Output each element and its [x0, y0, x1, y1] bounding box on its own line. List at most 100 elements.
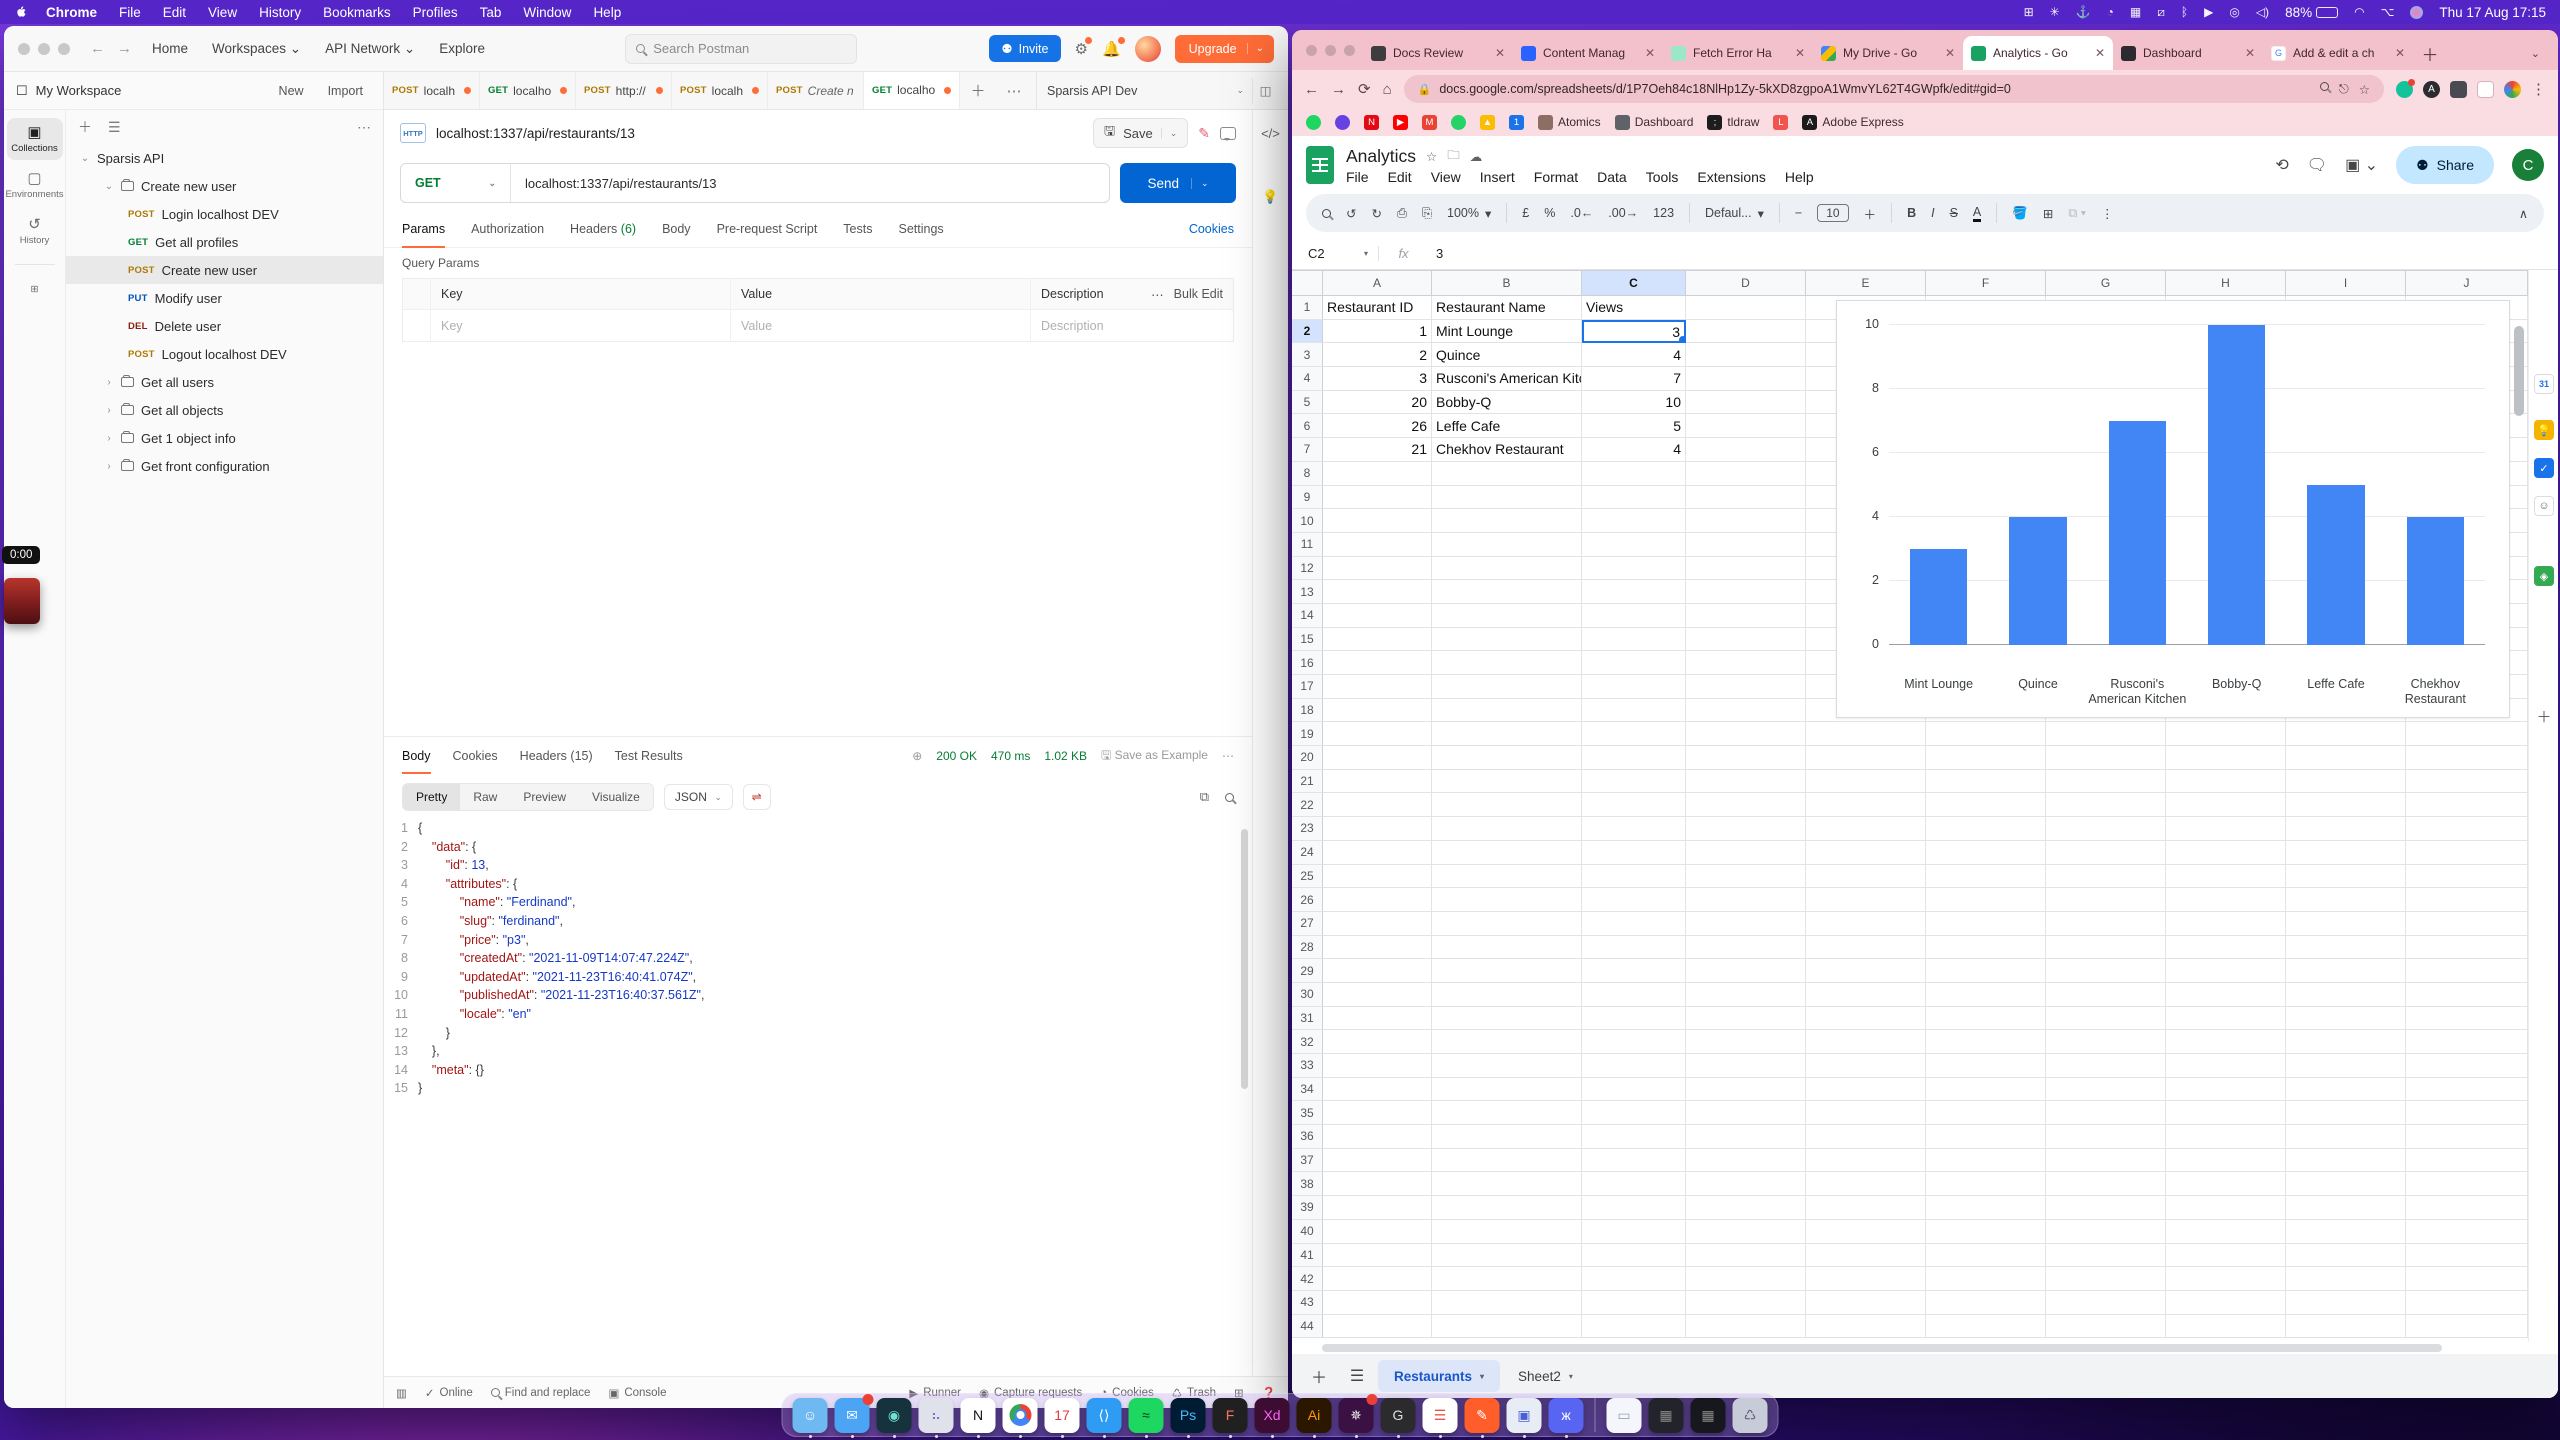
- send-button[interactable]: Send⌄: [1120, 163, 1236, 203]
- cell-G25[interactable]: [2046, 865, 2166, 889]
- dock-illustrator[interactable]: Ai: [1297, 1398, 1332, 1433]
- cell-H22[interactable]: [2166, 793, 2286, 817]
- params-more-icon[interactable]: ⋯: [1151, 287, 1164, 302]
- sheets-menu-tools[interactable]: Tools: [1646, 169, 1679, 185]
- chevron-right-icon[interactable]: ›: [104, 433, 114, 444]
- embedded-chart[interactable]: 0246810 Mint LoungeQuinceRusconi's Ameri…: [1836, 300, 2510, 718]
- cell-J20[interactable]: [2406, 746, 2528, 770]
- cell-C1[interactable]: Views: [1582, 296, 1686, 320]
- cell-B41[interactable]: [1432, 1244, 1582, 1268]
- dock-notion[interactable]: N: [961, 1398, 996, 1433]
- cell-D4[interactable]: [1686, 367, 1806, 391]
- spinner-menu-icon[interactable]: ✳: [2050, 5, 2060, 19]
- redo-icon[interactable]: ↻: [1371, 206, 1381, 221]
- cell-I41[interactable]: [2286, 1244, 2406, 1268]
- tree-item[interactable]: POSTLogout localhost DEV: [66, 340, 383, 368]
- cell-J29[interactable]: [2406, 959, 2528, 983]
- response-more-icon[interactable]: ⋯: [1222, 749, 1234, 763]
- cell-B3[interactable]: Quince: [1432, 343, 1582, 367]
- online-status[interactable]: ✓ Online: [425, 1386, 473, 1400]
- cell-B26[interactable]: [1432, 888, 1582, 912]
- row-header-30[interactable]: 30: [1292, 983, 1323, 1007]
- cell-B44[interactable]: [1432, 1315, 1582, 1339]
- cell-J41[interactable]: [2406, 1244, 2528, 1268]
- cell-J40[interactable]: [2406, 1220, 2528, 1244]
- cell-D39[interactable]: [1686, 1196, 1806, 1220]
- menubar-item-profiles[interactable]: Profiles: [413, 5, 458, 20]
- format-percent-button[interactable]: %: [1544, 206, 1555, 220]
- postman-avatar[interactable]: [1135, 36, 1161, 62]
- request-tab[interactable]: POSTlocalh: [384, 72, 480, 109]
- cell-J32[interactable]: [2406, 1030, 2528, 1054]
- sheets-menu-extensions[interactable]: Extensions: [1697, 169, 1765, 185]
- bookmark-youtube[interactable]: ▶: [1393, 115, 1408, 130]
- chevron-down-icon[interactable]: ⌄: [80, 153, 90, 164]
- creative-cloud-menu-icon[interactable]: ◔: [2107, 5, 2114, 19]
- cell-C39[interactable]: [1582, 1196, 1686, 1220]
- browser-tab[interactable]: My Drive - Go✕: [1813, 36, 1963, 70]
- cell-A34[interactable]: [1323, 1078, 1432, 1102]
- chrome-new-tab-button[interactable]: ＋: [2413, 36, 2447, 70]
- keep-panel-icon[interactable]: 💡: [2534, 420, 2554, 440]
- tree-more-icon[interactable]: ⋯: [357, 119, 371, 136]
- cell-F32[interactable]: [1926, 1030, 2046, 1054]
- cell-D42[interactable]: [1686, 1267, 1806, 1291]
- row-header-32[interactable]: 32: [1292, 1030, 1323, 1054]
- cell-H43[interactable]: [2166, 1291, 2286, 1315]
- grammarly-extension-icon[interactable]: [2396, 81, 2413, 98]
- cell-A39[interactable]: [1323, 1196, 1432, 1220]
- grid-vertical-scrollbar[interactable]: [2514, 326, 2524, 416]
- cell-H19[interactable]: [2166, 722, 2286, 746]
- row-header-41[interactable]: 41: [1292, 1244, 1323, 1268]
- cell-A36[interactable]: [1323, 1125, 1432, 1149]
- cell-F44[interactable]: [1926, 1315, 2046, 1339]
- row-header-18[interactable]: 18: [1292, 699, 1323, 723]
- cell-B31[interactable]: [1432, 1007, 1582, 1031]
- chrome-forward-button[interactable]: →: [1331, 81, 1346, 98]
- cell-F41[interactable]: [1926, 1244, 2046, 1268]
- menubar-item-window[interactable]: Window: [523, 5, 571, 20]
- formula-input[interactable]: 3: [1428, 246, 1443, 261]
- cell-E34[interactable]: [1806, 1078, 1926, 1102]
- contacts-panel-icon[interactable]: ☺: [2534, 496, 2554, 516]
- cell-A7[interactable]: 21: [1323, 438, 1432, 462]
- chrome-back-button[interactable]: ←: [1304, 81, 1319, 98]
- new-button[interactable]: New: [271, 80, 312, 102]
- cell-A15[interactable]: [1323, 628, 1432, 652]
- cell-H35[interactable]: [2166, 1101, 2286, 1125]
- row-header-44[interactable]: 44: [1292, 1315, 1323, 1339]
- response-format-select[interactable]: JSON⌄: [664, 784, 733, 810]
- cell-C34[interactable]: [1582, 1078, 1686, 1102]
- cell-A13[interactable]: [1323, 580, 1432, 604]
- cell-H25[interactable]: [2166, 865, 2286, 889]
- menubar-item-edit[interactable]: Edit: [163, 5, 186, 20]
- cell-E23[interactable]: [1806, 817, 1926, 841]
- environment-selector[interactable]: Sparsis API Dev ⌄ ◫: [1036, 72, 1288, 109]
- cell-B7[interactable]: Chekhov Restaurant: [1432, 438, 1582, 462]
- cell-I19[interactable]: [2286, 722, 2406, 746]
- bookmark-dashboard[interactable]: Dashboard: [1615, 115, 1694, 130]
- cell-H20[interactable]: [2166, 746, 2286, 770]
- cell-G43[interactable]: [2046, 1291, 2166, 1315]
- cell-C7[interactable]: 4: [1582, 438, 1686, 462]
- bar-mint-lounge[interactable]: [1889, 325, 1988, 645]
- cell-F38[interactable]: [1926, 1172, 2046, 1196]
- cell-G38[interactable]: [2046, 1172, 2166, 1196]
- cell-A1[interactable]: Restaurant ID: [1323, 296, 1432, 320]
- cell-C12[interactable]: [1582, 557, 1686, 581]
- cell-A29[interactable]: [1323, 959, 1432, 983]
- cell-J35[interactable]: [2406, 1101, 2528, 1125]
- cell-D12[interactable]: [1686, 557, 1806, 581]
- browser-tab[interactable]: Docs Review✕: [1363, 36, 1513, 70]
- column-header-F[interactable]: F: [1926, 271, 2046, 296]
- response-tab-cookies[interactable]: Cookies: [453, 749, 498, 763]
- sheets-logo-icon[interactable]: [1306, 146, 1334, 184]
- cell-E37[interactable]: [1806, 1149, 1926, 1173]
- column-header-E[interactable]: E: [1806, 271, 1926, 296]
- cell-H40[interactable]: [2166, 1220, 2286, 1244]
- cell-C38[interactable]: [1582, 1172, 1686, 1196]
- cell-C28[interactable]: [1582, 936, 1686, 960]
- cell-I29[interactable]: [2286, 959, 2406, 983]
- cell-G20[interactable]: [2046, 746, 2166, 770]
- cell-H27[interactable]: [2166, 912, 2286, 936]
